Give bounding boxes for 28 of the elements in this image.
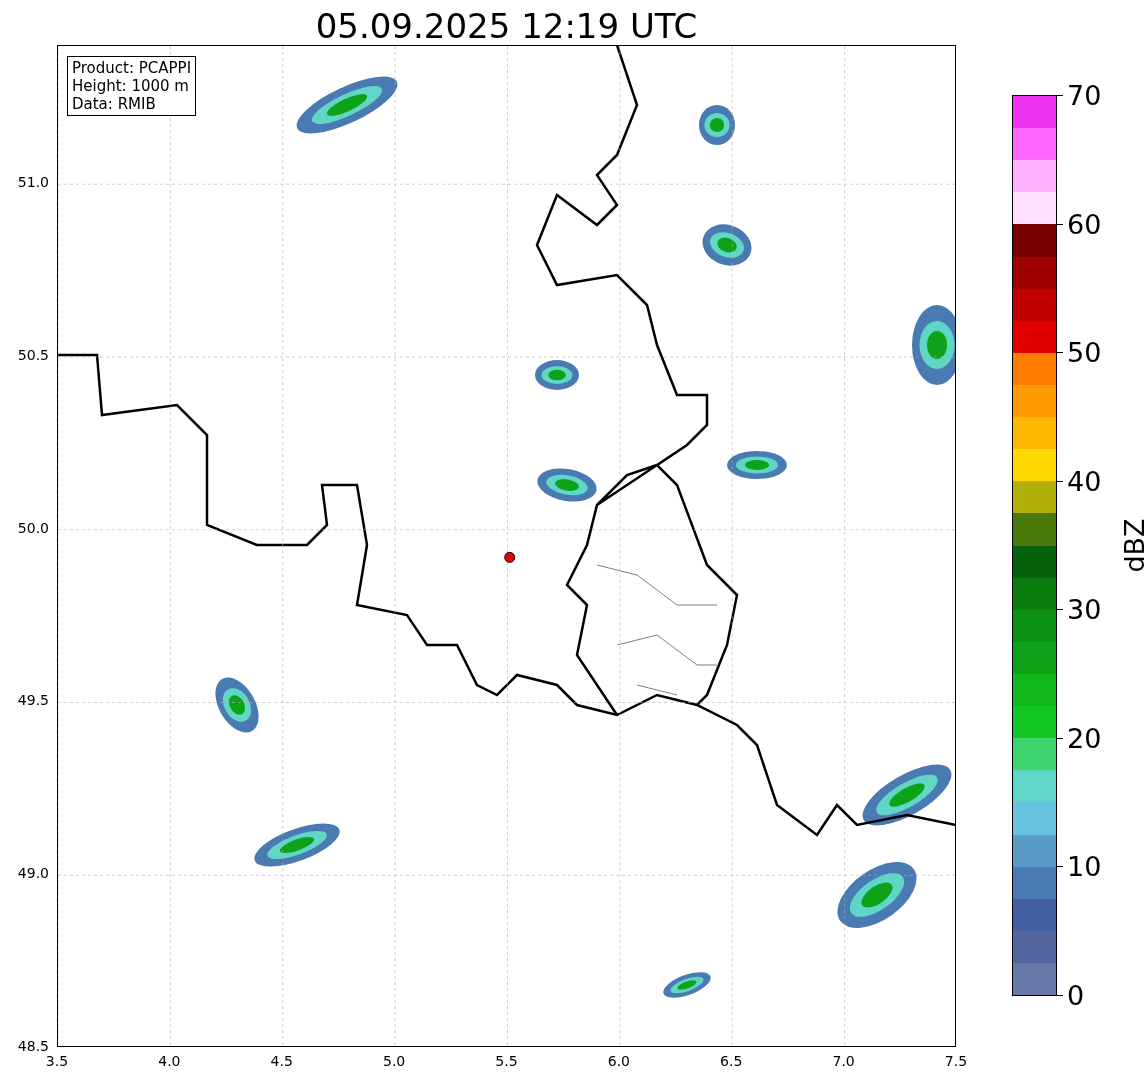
colorbar-tick-label: 40 (1067, 465, 1102, 497)
x-tick-label: 6.0 (607, 1053, 630, 1069)
chart-title: 05.09.2025 12:19 UTC (315, 9, 698, 45)
y-tick-label: 51.0 (17, 174, 49, 191)
colorbar-tick-label: 0 (1067, 979, 1085, 1011)
y-tick-label: 49.5 (17, 692, 49, 709)
colorbar-tick-label: 30 (1067, 593, 1102, 625)
y-tick-label: 49.0 (17, 865, 49, 882)
colorbar-tick-label: 50 (1067, 336, 1102, 368)
info-line: Height: 1000 m (72, 77, 190, 95)
y-tick-label: 50.0 (17, 519, 49, 536)
x-tick-label: 5.5 (495, 1053, 518, 1069)
colorbar-tick-label: 70 (1067, 79, 1102, 111)
info-line: Data: RMIB (72, 95, 157, 113)
x-tick-label: 6.5 (720, 1053, 743, 1069)
x-tick-label: 5.0 (383, 1053, 406, 1069)
x-tick-label: 4.0 (158, 1053, 181, 1069)
colorbar-tick-label: 20 (1067, 722, 1102, 754)
x-tick-label: 7.5 (944, 1053, 968, 1069)
y-tick-label: 50.5 (17, 346, 49, 363)
y-tick-label: 48.5 (17, 1038, 49, 1054)
x-tick-label: 7.0 (832, 1053, 855, 1069)
info-line: Product: PCAPPI (72, 59, 192, 77)
colorbar-tick-label: 60 (1067, 208, 1102, 240)
x-tick-label: 3.5 (45, 1053, 69, 1069)
colorbar-tick-label: 10 (1067, 850, 1102, 882)
colorbar-unit-label: dBZ (1118, 518, 1145, 573)
x-tick-label: 4.5 (270, 1053, 293, 1069)
